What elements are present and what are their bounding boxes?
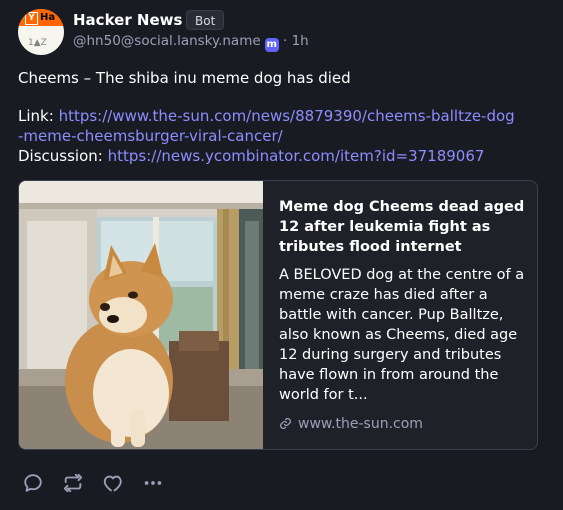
more-icon (144, 481, 162, 485)
card-text: Meme dog Cheems dead aged 12 after leuke… (279, 197, 529, 405)
card-host-text: www.the-sun.com (298, 416, 423, 432)
reply-icon (24, 474, 42, 492)
account-handle[interactable]: @hn50@social.lansky.name (73, 33, 261, 49)
card-description: A BELOVED dog at the centre of a meme cr… (279, 267, 525, 403)
reply-button[interactable] (20, 470, 46, 496)
account-meta: @hn50@social.lansky.name m · 1h (73, 32, 309, 52)
card-host[interactable]: www.the-sun.com (279, 414, 423, 434)
post-discussion-line: Discussion: https://news.ycombinator.com… (18, 146, 518, 166)
heart-icon (103, 475, 122, 492)
post-title: Cheems – The shiba inu meme dog has died (18, 69, 351, 87)
avatar-subtext: 1▲Z (28, 38, 47, 48)
avatar-text: Ha (40, 12, 56, 23)
meta-separator: · (282, 33, 288, 49)
mastodon-icon: m (264, 38, 279, 52)
discussion-link[interactable]: https://news.ycombinator.com/item?id=371… (108, 147, 485, 165)
discussion-label: Discussion: (18, 147, 103, 165)
shiba-photo-image (19, 181, 263, 449)
link-icon (280, 418, 291, 429)
link-preview-card[interactable]: Meme dog Cheems dead aged 12 after leuke… (18, 180, 538, 450)
article-link[interactable]: https://www.the-sun.com/news/8879390/che… (18, 107, 515, 145)
avatar[interactable]: Y Ha 1▲Z (18, 9, 64, 55)
bot-badge: Bot (186, 10, 225, 30)
boost-icon (63, 473, 83, 493)
post-time[interactable]: 1h (292, 33, 309, 49)
post-link-line: Link: https://www.the-sun.com/news/88793… (18, 106, 518, 146)
link-label: Link: (18, 107, 54, 125)
status-post: Y Ha 1▲Z Hacker News 50 Bot @hn50@social… (0, 0, 563, 510)
card-image (19, 181, 263, 449)
more-button[interactable] (140, 470, 166, 496)
boost-button[interactable] (60, 470, 86, 496)
avatar-logo: Y (25, 12, 38, 25)
favourite-button[interactable] (100, 470, 126, 496)
card-title[interactable]: Meme dog Cheems dead aged 12 after leuke… (279, 197, 529, 257)
